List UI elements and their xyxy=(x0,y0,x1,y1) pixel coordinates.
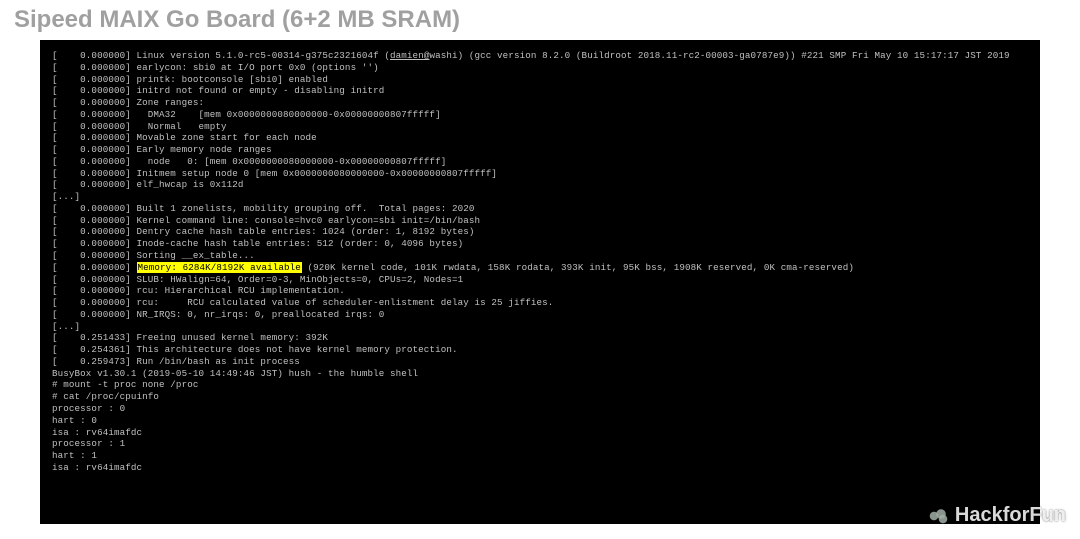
log-line: [ 0.000000] earlycon: sbi0 at I/O port 0… xyxy=(52,62,1028,74)
log-line: [ 0.000000] Built 1 zonelists, mobility … xyxy=(52,203,1028,215)
log-line: [ 0.000000] Dentry cache hash table entr… xyxy=(52,226,1028,238)
log-line: [ 0.000000] NR_IRQS: 0, nr_irqs: 0, prea… xyxy=(52,309,1028,321)
log-line: [ 0.000000] elf_hwcap is 0x112d xyxy=(52,179,1028,191)
log-line: processor : 1 xyxy=(52,438,1028,450)
log-line: [ 0.000000] Inode-cache hash table entri… xyxy=(52,238,1028,250)
log-line: [ 0.000000] Normal empty xyxy=(52,121,1028,133)
log-line: isa : rv64imafdc xyxy=(52,427,1028,439)
log-line: hart : 0 xyxy=(52,415,1028,427)
log-line: [...] xyxy=(52,191,1028,203)
log-line: [ 0.000000] Zone ranges: xyxy=(52,97,1028,109)
log-line: [ 0.000000] Sorting __ex_table... xyxy=(52,250,1028,262)
log-line: [ 0.000000] DMA32 [mem 0x000000008000000… xyxy=(52,109,1028,121)
log-line: hart : 1 xyxy=(52,450,1028,462)
watermark: HackforFun xyxy=(927,504,1066,527)
log-line: BusyBox v1.30.1 (2019-05-10 14:49:46 JST… xyxy=(52,368,1028,380)
log-line: [ 0.000000] SLUB: HWalign=64, Order=0-3,… xyxy=(52,274,1028,286)
log-line: [ 0.000000] node 0: [mem 0x0000000080000… xyxy=(52,156,1028,168)
log-line: isa : rv64imafdc xyxy=(52,462,1028,474)
log-line: # cat /proc/cpuinfo xyxy=(52,391,1028,403)
log-line: # mount -t proc none /proc xyxy=(52,379,1028,391)
page-title: Sipeed MAIX Go Board (6+2 MB SRAM) xyxy=(0,0,1080,40)
chat-icon xyxy=(927,507,949,525)
log-line: [ 0.000000] Kernel command line: console… xyxy=(52,215,1028,227)
log-line: [ 0.259473] Run /bin/bash as init proces… xyxy=(52,356,1028,368)
log-line: [ 0.000000] Memory: 6284K/8192K availabl… xyxy=(52,262,1028,274)
log-line: [ 0.000000] Early memory node ranges xyxy=(52,144,1028,156)
log-line: [ 0.000000] Initmem setup node 0 [mem 0x… xyxy=(52,168,1028,180)
log-line: [ 0.000000] rcu: RCU calculated value of… xyxy=(52,297,1028,309)
log-line: [...] xyxy=(52,321,1028,333)
log-line: [ 0.000000] rcu: Hierarchical RCU implem… xyxy=(52,285,1028,297)
log-line: [ 0.251433] Freeing unused kernel memory… xyxy=(52,332,1028,344)
user-host-link: damien@ xyxy=(390,50,429,61)
terminal-output: [ 0.000000] Linux version 5.1.0-rc5-0031… xyxy=(40,40,1040,524)
log-line: [ 0.254361] This architecture does not h… xyxy=(52,344,1028,356)
memory-highlight: Memory: 6284K/8192K available xyxy=(137,262,302,273)
log-line: [ 0.000000] Linux version 5.1.0-rc5-0031… xyxy=(52,50,1028,62)
log-line: [ 0.000000] printk: bootconsole [sbi0] e… xyxy=(52,74,1028,86)
log-line: [ 0.000000] initrd not found or empty - … xyxy=(52,85,1028,97)
log-line: processor : 0 xyxy=(52,403,1028,415)
log-line: [ 0.000000] Movable zone start for each … xyxy=(52,132,1028,144)
watermark-text: HackforFun xyxy=(955,504,1066,527)
